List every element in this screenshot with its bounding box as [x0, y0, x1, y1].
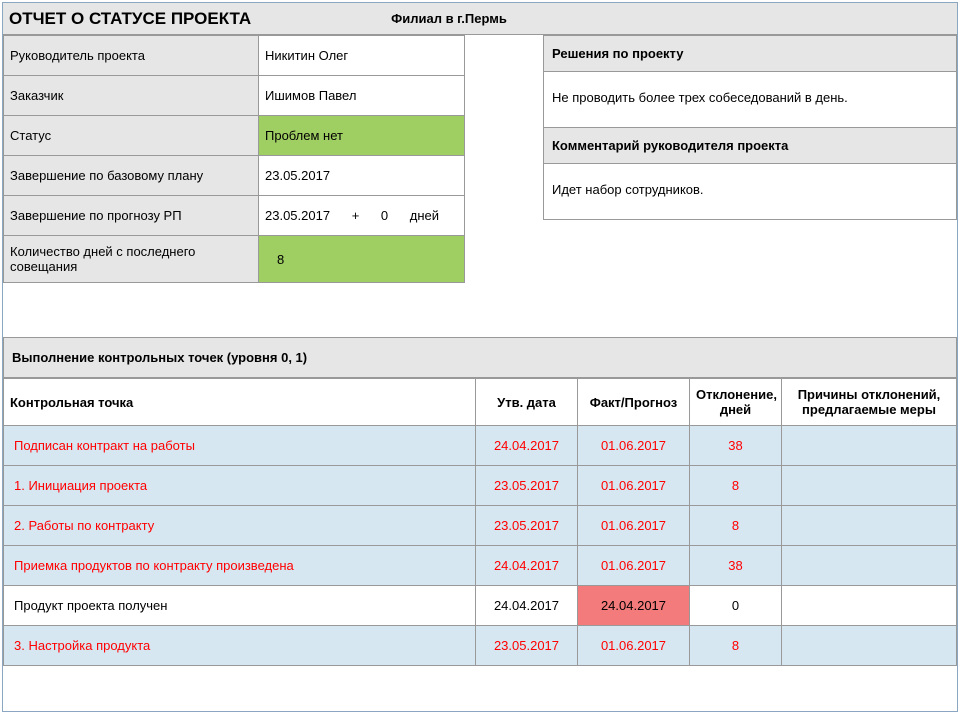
customer-value: Ишимов Павел — [259, 76, 465, 116]
forecast-days-label: дней — [410, 208, 439, 223]
decisions-title: Решения по проекту — [544, 36, 957, 72]
milestone-approved: 23.05.2017 — [476, 626, 578, 666]
table-row: Продукт проекта получен24.04.201724.04.2… — [4, 586, 957, 626]
info-table: Руководитель проекта Никитин Олег Заказч… — [3, 35, 465, 283]
forecast-plus: + — [352, 208, 360, 223]
filial-name: Филиал в г.Пермь — [391, 11, 507, 26]
comment-body: Идет набор сотрудников. — [544, 164, 957, 220]
milestone-fact: 01.06.2017 — [578, 466, 690, 506]
decisions-body: Не проводить более трех собеседований в … — [544, 72, 957, 128]
col-fact: Факт/Прогноз — [578, 379, 690, 426]
days-since-label: Количество дней с последнего совещания — [4, 236, 259, 283]
milestone-fact: 24.04.2017 — [578, 586, 690, 626]
days-since-value: 8 — [259, 236, 465, 283]
decisions-box: Решения по проекту Не проводить более тр… — [543, 35, 957, 220]
status-value: Проблем нет — [259, 116, 465, 156]
milestone-approved: 24.04.2017 — [476, 546, 578, 586]
milestone-fact: 01.06.2017 — [578, 546, 690, 586]
milestone-approved: 24.04.2017 — [476, 586, 578, 626]
table-row: Подписан контракт на работы24.04.201701.… — [4, 426, 957, 466]
milestone-name: Приемка продуктов по контракту произведе… — [4, 546, 476, 586]
manager-label: Руководитель проекта — [4, 36, 259, 76]
baseline-finish-value: 23.05.2017 — [259, 156, 465, 196]
table-row: 3. Настройка продукта23.05.201701.06.201… — [4, 626, 957, 666]
forecast-finish-label: Завершение по прогнозу РП — [4, 196, 259, 236]
table-row: Заказчик Ишимов Павел — [4, 76, 465, 116]
table-row: 2. Работы по контракту23.05.201701.06.20… — [4, 506, 957, 546]
milestone-fact: 01.06.2017 — [578, 506, 690, 546]
milestone-reason — [782, 506, 957, 546]
milestones-table: Контрольная точка Утв. дата Факт/Прогноз… — [3, 378, 957, 666]
forecast-finish-value: 23.05.2017 + 0 дней — [259, 196, 465, 236]
header-bar: ОТЧЕТ О СТАТУСЕ ПРОЕКТА Филиал в г.Пермь — [3, 3, 957, 35]
milestone-name: 1. Инициация проекта — [4, 466, 476, 506]
milestone-approved: 23.05.2017 — [476, 466, 578, 506]
milestone-approved: 24.04.2017 — [476, 426, 578, 466]
milestone-approved: 23.05.2017 — [476, 506, 578, 546]
baseline-finish-label: Завершение по базовому плану — [4, 156, 259, 196]
milestone-reason — [782, 626, 957, 666]
forecast-delta: 0 — [381, 208, 388, 223]
milestone-reason — [782, 586, 957, 626]
forecast-date: 23.05.2017 — [265, 208, 330, 223]
milestone-dev: 38 — [690, 546, 782, 586]
table-row: Статус Проблем нет — [4, 116, 465, 156]
col-point: Контрольная точка — [4, 379, 476, 426]
milestone-reason — [782, 546, 957, 586]
table-row: Руководитель проекта Никитин Олег — [4, 36, 465, 76]
milestone-name: 2. Работы по контракту — [4, 506, 476, 546]
milestone-reason — [782, 466, 957, 506]
table-row: Завершение по базовому плану 23.05.2017 — [4, 156, 465, 196]
table-row: Количество дней с последнего совещания 8 — [4, 236, 465, 283]
report-title: ОТЧЕТ О СТАТУСЕ ПРОЕКТА — [9, 9, 251, 29]
table-row: 1. Инициация проекта23.05.201701.06.2017… — [4, 466, 957, 506]
comment-title: Комментарий руководителя проекта — [544, 128, 957, 164]
col-reason: Причины отклонений, предлагаемые меры — [782, 379, 957, 426]
milestone-name: 3. Настройка продукта — [4, 626, 476, 666]
milestone-dev: 8 — [690, 506, 782, 546]
col-approved: Утв. дата — [476, 379, 578, 426]
milestone-dev: 38 — [690, 426, 782, 466]
milestone-fact: 01.06.2017 — [578, 626, 690, 666]
status-label: Статус — [4, 116, 259, 156]
table-row: Приемка продуктов по контракту произведе… — [4, 546, 957, 586]
milestone-fact: 01.06.2017 — [578, 426, 690, 466]
customer-label: Заказчик — [4, 76, 259, 116]
milestone-dev: 8 — [690, 626, 782, 666]
milestone-name: Продукт проекта получен — [4, 586, 476, 626]
milestone-name: Подписан контракт на работы — [4, 426, 476, 466]
col-dev: Отклонение, дней — [690, 379, 782, 426]
milestone-dev: 8 — [690, 466, 782, 506]
milestones-section-title: Выполнение контрольных точек (уровня 0, … — [3, 337, 957, 378]
milestone-dev: 0 — [690, 586, 782, 626]
table-row: Завершение по прогнозу РП 23.05.2017 + 0… — [4, 196, 465, 236]
manager-value: Никитин Олег — [259, 36, 465, 76]
milestone-reason — [782, 426, 957, 466]
